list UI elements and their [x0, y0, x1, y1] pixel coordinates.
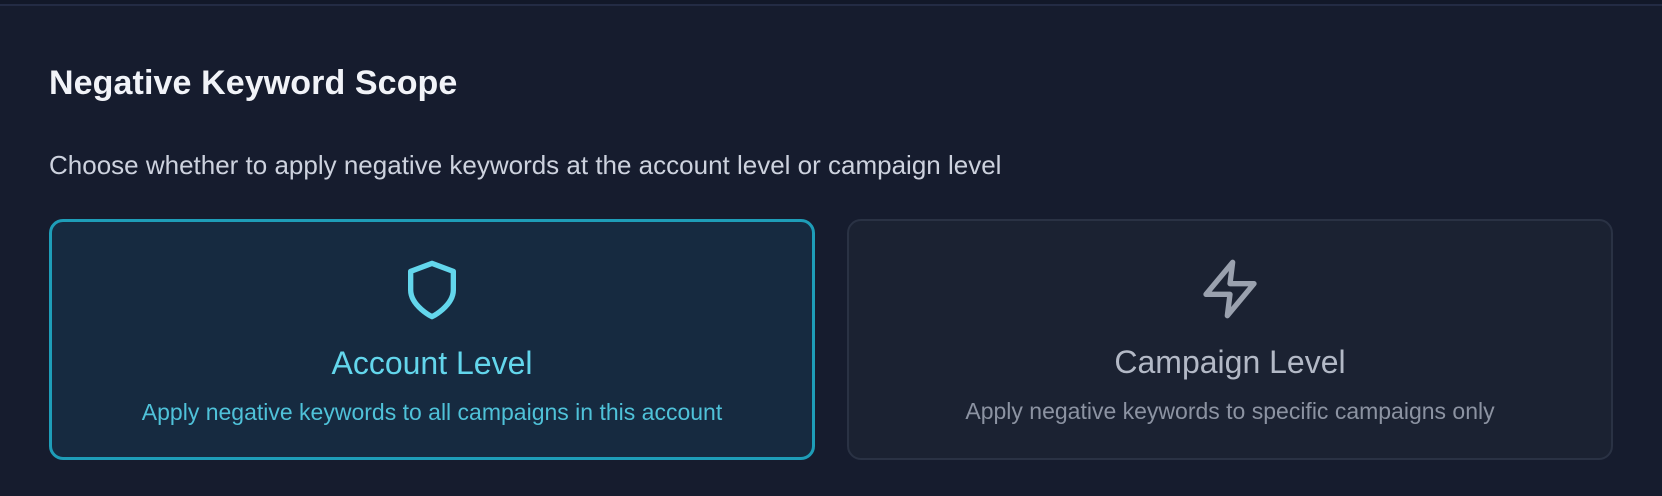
account-level-description: Apply negative keywords to all campaigns… [141, 399, 723, 425]
lightning-bolt-icon [1198, 257, 1262, 321]
account-level-title: Account Level [331, 345, 533, 381]
campaign-level-title: Campaign Level [1114, 344, 1346, 380]
shield-icon [400, 258, 464, 322]
section-title: Negative Keyword Scope [49, 64, 458, 102]
campaign-level-description: Apply negative keywords to specific camp… [965, 398, 1495, 424]
account-level-option[interactable]: Account Level Apply negative keywords to… [49, 219, 815, 460]
negative-keyword-scope-panel: Negative Keyword Scope Choose whether to… [0, 4, 1662, 496]
campaign-level-option[interactable]: Campaign Level Apply negative keywords t… [847, 219, 1613, 460]
section-description: Choose whether to apply negative keyword… [49, 150, 1002, 180]
